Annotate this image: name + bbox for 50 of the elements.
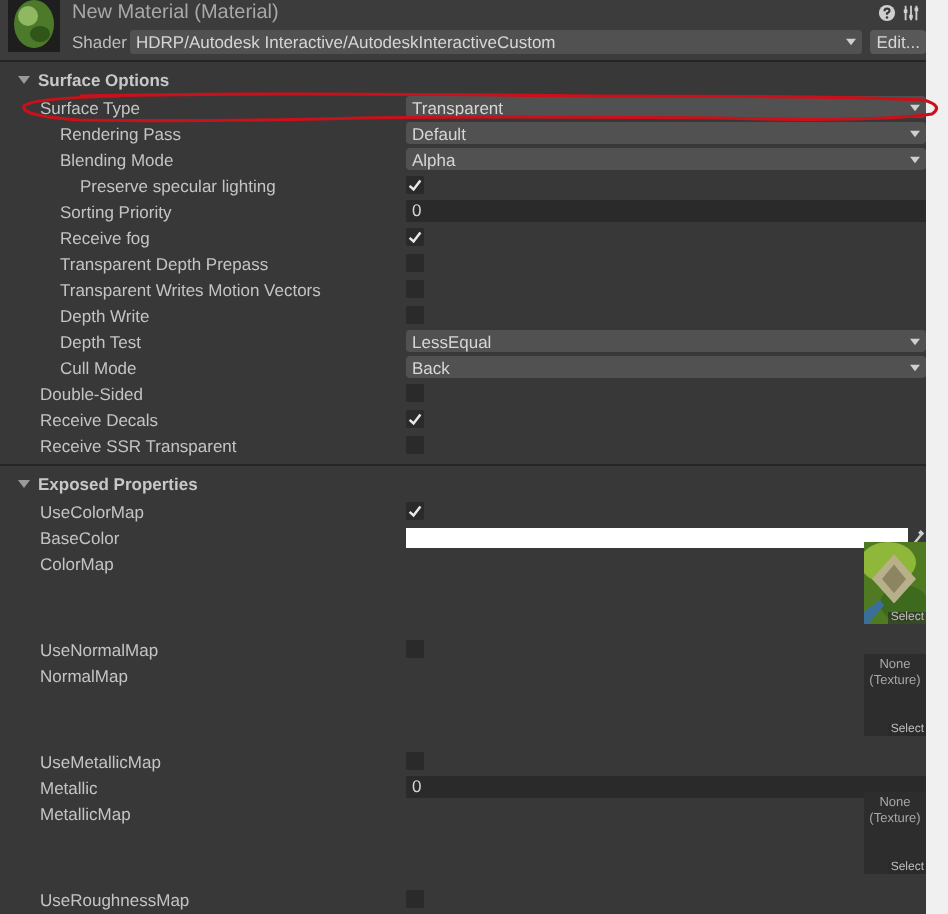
checkbox[interactable] xyxy=(406,176,424,194)
shader-label: Shader xyxy=(72,31,122,51)
property-label: Blending Mode xyxy=(58,149,176,169)
property-label: Receive Decals xyxy=(38,409,161,429)
caret-icon xyxy=(910,155,920,163)
property-dropdown[interactable]: Alpha xyxy=(406,148,926,170)
caret-icon xyxy=(910,129,920,137)
property-label: Receive fog xyxy=(58,227,152,247)
property-label: Depth Test xyxy=(58,331,143,351)
property-label: Receive SSR Transparent xyxy=(38,435,239,455)
property-label: Depth Write xyxy=(58,305,152,325)
property-label: NormalMap xyxy=(38,666,130,686)
checkbox[interactable] xyxy=(406,502,424,520)
property-label: Cull Mode xyxy=(58,357,139,377)
number-field[interactable]: 0 xyxy=(406,776,926,798)
caret-icon xyxy=(910,103,920,111)
caret-icon xyxy=(846,37,857,45)
edit-button[interactable]: Edit... xyxy=(870,29,926,53)
property-label: UseRoughnessMap xyxy=(38,889,192,909)
foldout-arrow-icon[interactable] xyxy=(18,74,30,86)
property-label: UseNormalMap xyxy=(38,639,161,659)
property-label: Surface Type xyxy=(38,97,142,117)
property-label: ColorMap xyxy=(38,554,116,574)
shader-dropdown[interactable]: HDRP/Autodesk Interactive/AutodeskInteractiveCustom xyxy=(130,29,863,53)
property-label: UseColorMap xyxy=(38,501,146,521)
checkbox[interactable] xyxy=(406,410,424,428)
property-dropdown[interactable]: LessEqual xyxy=(406,330,926,352)
property-label: Rendering Pass xyxy=(58,123,183,143)
property-label: BaseColor xyxy=(38,527,122,547)
foldout-arrow-icon[interactable] xyxy=(18,478,30,490)
caret-icon xyxy=(910,337,920,345)
material-title: New Material (Material) xyxy=(72,2,279,24)
checkbox[interactable] xyxy=(406,228,424,246)
property-label: Double-Sided xyxy=(38,383,146,403)
settings-icon[interactable] xyxy=(902,4,920,22)
caret-icon xyxy=(910,363,920,371)
property-label: Metallic xyxy=(38,777,100,797)
color-field[interactable] xyxy=(406,527,908,547)
help-icon[interactable] xyxy=(878,4,896,22)
property-dropdown[interactable]: Default xyxy=(406,122,926,144)
property-dropdown[interactable]: Back xyxy=(406,356,926,378)
property-label: Transparent Writes Motion Vectors xyxy=(58,279,323,299)
property-label: MetallicMap xyxy=(38,804,133,824)
property-label: UseMetallicMap xyxy=(38,751,163,771)
section-title: Exposed Properties xyxy=(38,474,198,494)
property-label: Preserve specular lighting xyxy=(78,175,278,195)
number-field[interactable]: 0 xyxy=(406,200,926,222)
property-label: Sorting Priority xyxy=(58,201,174,221)
section-title: Surface Options xyxy=(38,70,170,90)
property-label: Transparent Depth Prepass xyxy=(58,253,271,273)
